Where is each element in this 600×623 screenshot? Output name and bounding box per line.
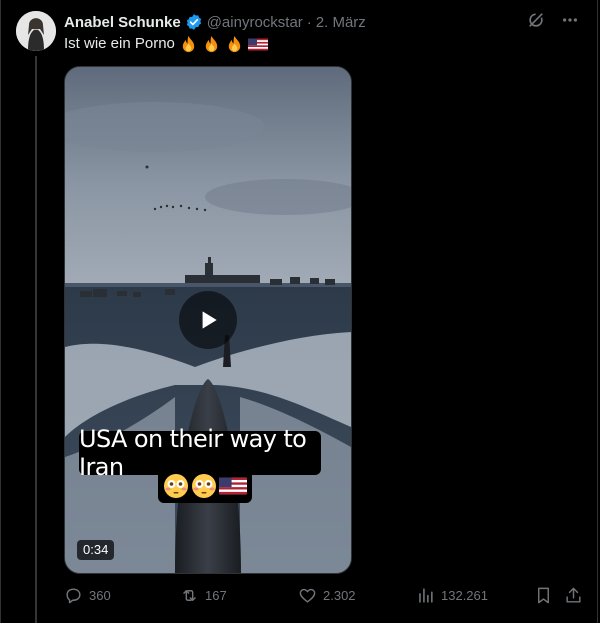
thread-line [35,56,37,623]
repost-icon [183,589,196,601]
tweet-header: Anabel Schunke @ainyrockstar · 2. März [64,12,366,32]
bookmark-icon [538,587,549,603]
bookmark-button[interactable] [534,584,553,606]
avatar[interactable] [16,11,56,51]
reply-icon [66,587,81,603]
fire-emoji [179,35,198,54]
views-count: 132.261 [441,587,488,603]
verified-badge-icon [185,13,203,31]
top-actions [526,10,580,30]
more-options-icon[interactable] [560,10,580,30]
video-player[interactable]: USA on their way to Iran 0:34 [64,66,352,574]
share-icon [566,587,581,603]
right-border [597,0,598,623]
repost-count: 167 [205,587,227,603]
left-border [0,0,1,623]
separator-dot: · [306,13,312,31]
views-button[interactable]: 132.261 [416,584,488,606]
video-duration: 0:34 [77,540,115,560]
us-flag-emoji [247,35,268,54]
us-flag-emoji [219,477,247,495]
flushed-face-emoji [192,474,216,498]
grok-icon[interactable] [526,10,546,30]
like-count: 2.302 [323,587,356,603]
play-button[interactable] [179,291,237,349]
play-icon [202,311,217,329]
action-bar: 360 167 2.302 132.261 [64,584,584,606]
heart-icon [299,588,316,603]
like-button[interactable]: 2.302 [298,584,356,606]
reply-button[interactable]: 360 [64,584,111,606]
tweet-date[interactable]: 2. März [316,14,366,31]
repost-button[interactable]: 167 [180,584,227,606]
fire-emoji [202,35,221,54]
share-button[interactable] [564,584,583,606]
tweet-text: Ist wie ein Porno [64,34,268,54]
video-caption-emojis [158,469,252,503]
tweet-body: Ist wie ein Porno [64,35,175,52]
author-name[interactable]: Anabel Schunke [64,14,181,31]
fire-emoji [225,35,244,54]
views-chart-icon [419,587,433,603]
author-handle[interactable]: @ainyrockstar [207,14,303,31]
flushed-face-emoji [164,474,188,498]
reply-count: 360 [89,587,111,603]
